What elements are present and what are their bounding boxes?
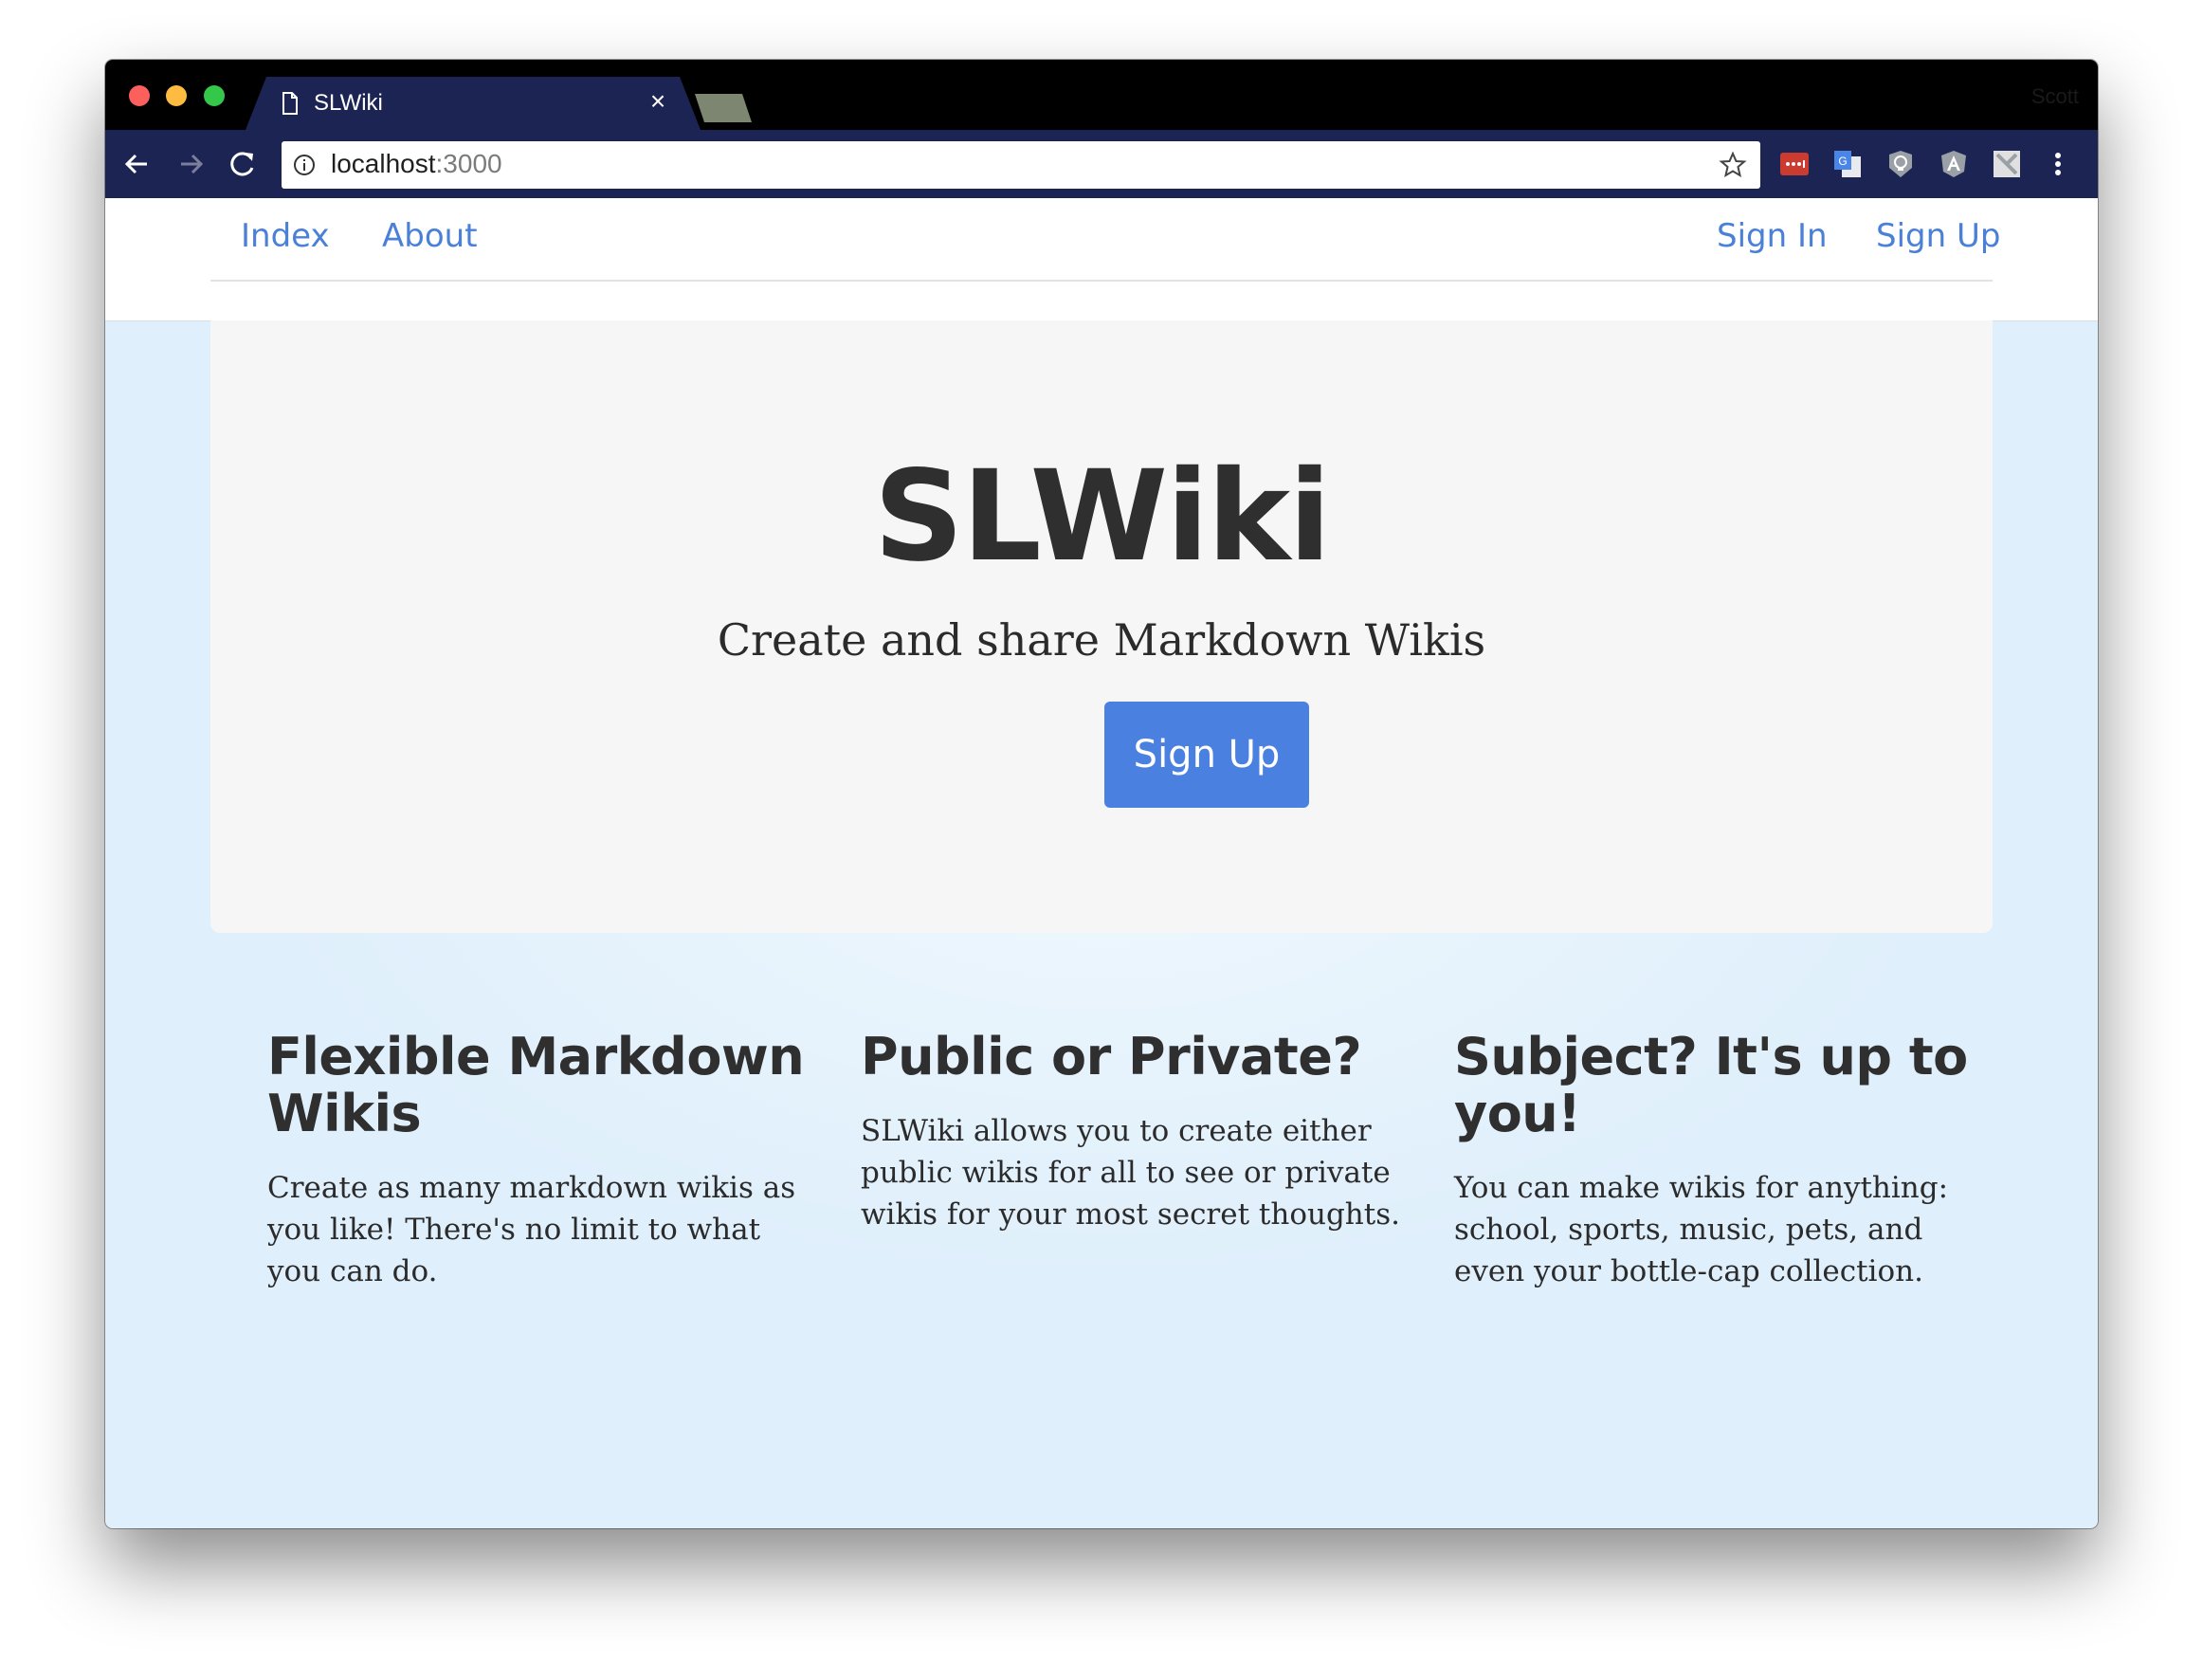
feature-title: Public or Private? <box>861 1027 1362 1087</box>
nav-link-index[interactable]: Index <box>241 217 330 255</box>
browser-window: SLWiki × Scott localhost:3000 G Index Ab… <box>105 60 2098 1528</box>
hero-jumbotron: SLWiki Create and share Markdown Wikis S… <box>210 320 1993 933</box>
lastpass-extension-icon[interactable] <box>1779 149 1810 179</box>
info-icon[interactable] <box>293 154 316 176</box>
feature-text: SLWiki allows you to create either publi… <box>861 1114 1400 1232</box>
new-tab-button[interactable] <box>695 94 752 122</box>
star-icon[interactable] <box>1719 151 1747 179</box>
window-minimize-button[interactable] <box>166 85 187 106</box>
window-maximize-button[interactable] <box>204 85 225 106</box>
reload-icon[interactable] <box>223 145 261 183</box>
nav-link-sign-in[interactable]: Sign In <box>1717 217 1828 255</box>
feature-public-private: Public or Private? SLWiki allows you to … <box>861 1029 1401 1235</box>
web-page: Index About Sign In Sign Up SLWiki Creat… <box>105 198 2098 1528</box>
lightbulb-extension-icon[interactable] <box>1885 149 1916 179</box>
hero-title: SLWiki <box>873 444 1332 590</box>
menu-dots-icon[interactable] <box>2043 149 2073 179</box>
svg-text:G: G <box>1838 155 1847 168</box>
nav-link-about[interactable]: About <box>382 217 478 255</box>
google-translate-extension-icon[interactable]: G <box>1832 149 1863 179</box>
tab-title: SLWiki <box>314 90 383 116</box>
navbar-divider <box>210 280 1993 282</box>
feature-flexible-markdown: Flexible Markdown Wikis Create as many m… <box>267 1029 808 1292</box>
site-navbar: Index About Sign In Sign Up <box>105 198 2098 321</box>
title-bar: SLWiki × Scott <box>105 60 2098 130</box>
feature-text: You can make wikis for anything: school,… <box>1454 1171 1949 1288</box>
tab-close-icon[interactable]: × <box>644 84 672 119</box>
angular-extension-icon[interactable] <box>1939 149 1969 179</box>
url-text[interactable]: localhost:3000 <box>331 149 502 179</box>
window-close-button[interactable] <box>129 85 150 106</box>
profile-name[interactable]: Scott <box>2031 84 2079 109</box>
forward-arrow-icon[interactable] <box>172 145 209 183</box>
url-port: :3000 <box>435 149 502 178</box>
hero-sign-up-button[interactable]: Sign Up <box>1104 702 1309 808</box>
browser-tab[interactable]: SLWiki × <box>246 77 701 130</box>
feature-title: Subject? It's up to you! <box>1454 1027 1968 1143</box>
puzzle-extension-icon[interactable] <box>1992 149 2022 179</box>
nav-link-sign-up[interactable]: Sign Up <box>1876 217 2000 255</box>
url-host: localhost <box>331 149 436 178</box>
feature-title: Flexible Markdown Wikis <box>267 1027 805 1143</box>
page-icon <box>282 92 298 115</box>
back-arrow-icon[interactable] <box>118 145 156 183</box>
feature-subject: Subject? It's up to you! You can make wi… <box>1454 1029 1994 1292</box>
feature-text: Create as many markdown wikis as you lik… <box>267 1171 796 1288</box>
address-bar[interactable]: localhost:3000 <box>282 141 1760 189</box>
browser-toolbar: localhost:3000 G <box>105 130 2098 198</box>
hero-subtitle: Create and share Markdown Wikis <box>717 614 1486 666</box>
